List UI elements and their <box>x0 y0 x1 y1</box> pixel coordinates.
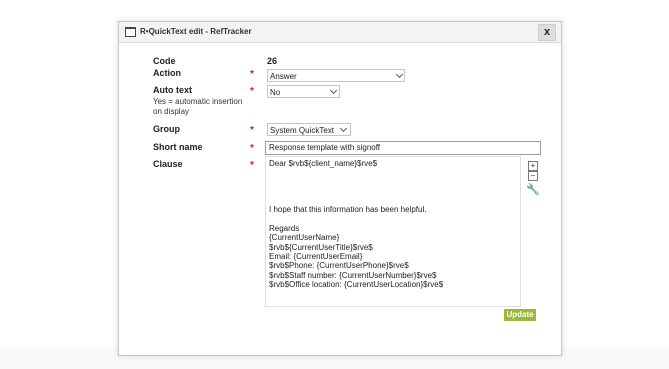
quicktext-edit-dialog: R•QuickText edit - RefTracker x Code 26 … <box>118 21 562 356</box>
shortname-required-marker: * <box>250 143 254 154</box>
group-select[interactable]: System QuickText <box>267 123 351 136</box>
chevron-down-icon <box>329 86 338 95</box>
shortname-input[interactable]: Response template with signoff <box>265 141 541 155</box>
expand-icon[interactable]: + <box>528 161 538 171</box>
autotext-label: Auto text <box>153 85 192 95</box>
close-button[interactable]: x <box>538 24 556 41</box>
chevron-down-icon <box>339 124 348 133</box>
clause-textarea[interactable]: Dear $rvb${client_name}$rve$ I hope that… <box>265 156 521 307</box>
dialog-titlebar: R•QuickText edit - RefTracker x <box>119 22 561 43</box>
action-label: Action <box>153 68 181 78</box>
autotext-hint: Yes = automatic insertion on display <box>153 97 243 116</box>
shortname-label: Short name <box>153 142 203 152</box>
autotext-select-value: No <box>270 88 281 97</box>
update-button[interactable]: Update <box>504 309 536 321</box>
dialog-title: R•QuickText edit - RefTracker <box>140 27 252 36</box>
group-required-marker: * <box>250 125 254 136</box>
clause-required-marker: * <box>250 160 254 171</box>
code-label: Code <box>153 56 176 66</box>
action-select-value: Answer <box>270 72 297 81</box>
group-label: Group <box>153 124 180 134</box>
wrench-icon[interactable]: 🔧 <box>526 183 540 196</box>
autotext-select[interactable]: No <box>267 85 340 98</box>
window-icon <box>125 27 136 37</box>
collapse-icon[interactable]: − <box>528 171 538 181</box>
group-select-value: System QuickText <box>270 126 335 135</box>
code-value: 26 <box>267 56 278 66</box>
clause-label: Clause <box>153 159 183 169</box>
action-select[interactable]: Answer <box>267 69 405 82</box>
action-required-marker: * <box>250 69 254 80</box>
chevron-down-icon <box>395 70 404 79</box>
autotext-required-marker: * <box>250 86 254 97</box>
